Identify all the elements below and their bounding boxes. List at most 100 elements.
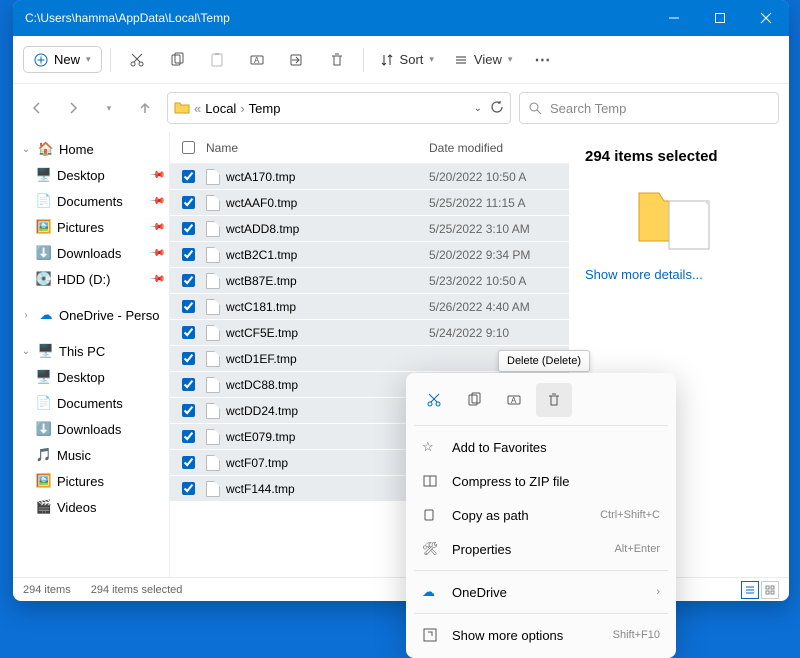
sidebar-quick-item[interactable]: ⬇️ Downloads 📌 (13, 240, 169, 266)
new-button[interactable]: New ▾ (23, 46, 102, 73)
sidebar-pc-item[interactable]: 📄 Documents (13, 390, 169, 416)
column-name[interactable]: Name (206, 141, 429, 155)
file-row[interactable]: wctB87E.tmp 5/23/2022 10:50 A (170, 268, 569, 294)
zip-icon (422, 473, 440, 489)
file-icon (206, 273, 220, 289)
folder-icon: 📄 (35, 395, 53, 411)
column-header: Name Date modified (170, 132, 569, 164)
history-chevron[interactable]: ⌄ (474, 103, 482, 114)
file-icon (206, 429, 220, 445)
sidebar-this-pc[interactable]: ⌄🖥️This PC (13, 338, 169, 364)
file-icon (206, 351, 220, 367)
row-checkbox[interactable] (182, 378, 195, 391)
share-button[interactable] (279, 42, 315, 78)
refresh-button[interactable] (490, 100, 504, 117)
view-button[interactable]: View ▾ (446, 47, 520, 72)
close-button[interactable] (743, 0, 789, 36)
more-icon (422, 627, 440, 643)
sidebar-pc-item[interactable]: 🎵 Music (13, 442, 169, 468)
ctx-delete-button[interactable] (536, 383, 572, 417)
sidebar: ⌄🏠Home 🖥️ Desktop 📌 📄 Documents 📌 🖼️ Pic… (13, 132, 169, 577)
view-thumbnails-button[interactable] (761, 581, 779, 599)
view-details-button[interactable] (741, 581, 759, 599)
row-checkbox[interactable] (182, 456, 195, 469)
ctx-copy-path[interactable]: Copy as pathCtrl+Shift+C (412, 498, 670, 532)
sidebar-onedrive[interactable]: ›☁OneDrive - Perso (13, 302, 169, 328)
chevron-down-icon: ▾ (86, 54, 91, 65)
wrench-icon: 🛠 (422, 541, 440, 557)
file-row[interactable]: wctA170.tmp 5/20/2022 10:50 A (170, 164, 569, 190)
column-date[interactable]: Date modified (429, 141, 569, 155)
sidebar-quick-item[interactable]: 🖼️ Pictures 📌 (13, 214, 169, 240)
delete-button[interactable] (319, 42, 355, 78)
file-icon (206, 221, 220, 237)
svg-text:A: A (511, 396, 517, 405)
chevron-right-icon: › (656, 586, 660, 598)
file-row[interactable]: wctADD8.tmp 5/25/2022 3:10 AM (170, 216, 569, 242)
sidebar-pc-item[interactable]: ⬇️ Downloads (13, 416, 169, 442)
minimize-button[interactable] (651, 0, 697, 36)
row-checkbox[interactable] (182, 482, 195, 495)
sidebar-pc-item[interactable]: 🖼️ Pictures (13, 468, 169, 494)
sidebar-pc-item[interactable]: 🎬 Videos (13, 494, 169, 520)
sidebar-home[interactable]: ⌄🏠Home (13, 136, 169, 162)
cloud-icon: ☁ (422, 584, 440, 600)
row-checkbox[interactable] (182, 170, 195, 183)
more-button[interactable]: ⋯ (524, 42, 560, 78)
sidebar-quick-item[interactable]: 🖥️ Desktop 📌 (13, 162, 169, 188)
row-checkbox[interactable] (182, 404, 195, 417)
file-row[interactable]: wctB2C1.tmp 5/20/2022 9:34 PM (170, 242, 569, 268)
trash-icon (546, 392, 562, 408)
ctx-more-options[interactable]: Show more optionsShift+F10 (412, 618, 670, 652)
file-row[interactable]: wctCF5E.tmp 5/24/2022 9:10 (170, 320, 569, 346)
folder-icon: 🖥️ (35, 369, 53, 385)
row-checkbox[interactable] (182, 300, 195, 313)
forward-button[interactable] (59, 94, 87, 122)
sidebar-pc-item[interactable]: 🖥️ Desktop (13, 364, 169, 390)
ctx-compress-zip[interactable]: Compress to ZIP file (412, 464, 670, 498)
row-checkbox[interactable] (182, 430, 195, 443)
row-checkbox[interactable] (182, 274, 195, 287)
search-box[interactable]: Search Temp (519, 92, 779, 124)
maximize-button[interactable] (697, 0, 743, 36)
breadcrumb-local[interactable]: Local (205, 101, 236, 116)
row-checkbox[interactable] (182, 196, 195, 209)
show-more-details-link[interactable]: Show more details... (585, 267, 773, 282)
ctx-cut-button[interactable] (416, 383, 452, 417)
rename-button[interactable]: A (239, 42, 275, 78)
row-checkbox[interactable] (182, 222, 195, 235)
copy-button[interactable] (159, 42, 195, 78)
row-checkbox[interactable] (182, 352, 195, 365)
row-checkbox[interactable] (182, 326, 195, 339)
cut-button[interactable] (119, 42, 155, 78)
paste-button[interactable] (199, 42, 235, 78)
up-button[interactable] (131, 94, 159, 122)
copy-icon (466, 392, 482, 408)
star-icon: ☆ (422, 439, 440, 455)
back-button[interactable] (23, 94, 51, 122)
recent-button[interactable]: ▾ (95, 94, 123, 122)
ctx-onedrive[interactable]: ☁OneDrive› (412, 575, 670, 609)
pc-icon: 🖥️ (37, 343, 55, 359)
ctx-add-favorites[interactable]: ☆Add to Favorites (412, 430, 670, 464)
pin-icon: 📌 (148, 167, 165, 184)
address-bar[interactable]: « Local › Temp ⌄ (167, 92, 511, 124)
ctx-properties[interactable]: 🛠PropertiesAlt+Enter (412, 532, 670, 566)
search-icon (528, 101, 542, 115)
ctx-copy-button[interactable] (456, 383, 492, 417)
sidebar-quick-item[interactable]: 💽 HDD (D:) 📌 (13, 266, 169, 292)
svg-text:A: A (254, 56, 260, 65)
breadcrumb-temp[interactable]: Temp (249, 101, 281, 116)
ctx-rename-button[interactable]: A (496, 383, 532, 417)
file-icon (206, 455, 220, 471)
folder-icon: 🖥️ (35, 167, 53, 183)
folder-icon: 🎬 (35, 499, 53, 515)
file-row[interactable]: wctAAF0.tmp 5/25/2022 11:15 A (170, 190, 569, 216)
file-row[interactable]: wctC181.tmp 5/26/2022 4:40 AM (170, 294, 569, 320)
details-heading: 294 items selected (585, 148, 773, 165)
sort-button[interactable]: Sort ▾ (372, 47, 442, 72)
row-checkbox[interactable] (182, 248, 195, 261)
select-all-checkbox[interactable] (182, 141, 195, 154)
sidebar-quick-item[interactable]: 📄 Documents 📌 (13, 188, 169, 214)
nav-row: ▾ « Local › Temp ⌄ Search Temp (13, 84, 789, 132)
